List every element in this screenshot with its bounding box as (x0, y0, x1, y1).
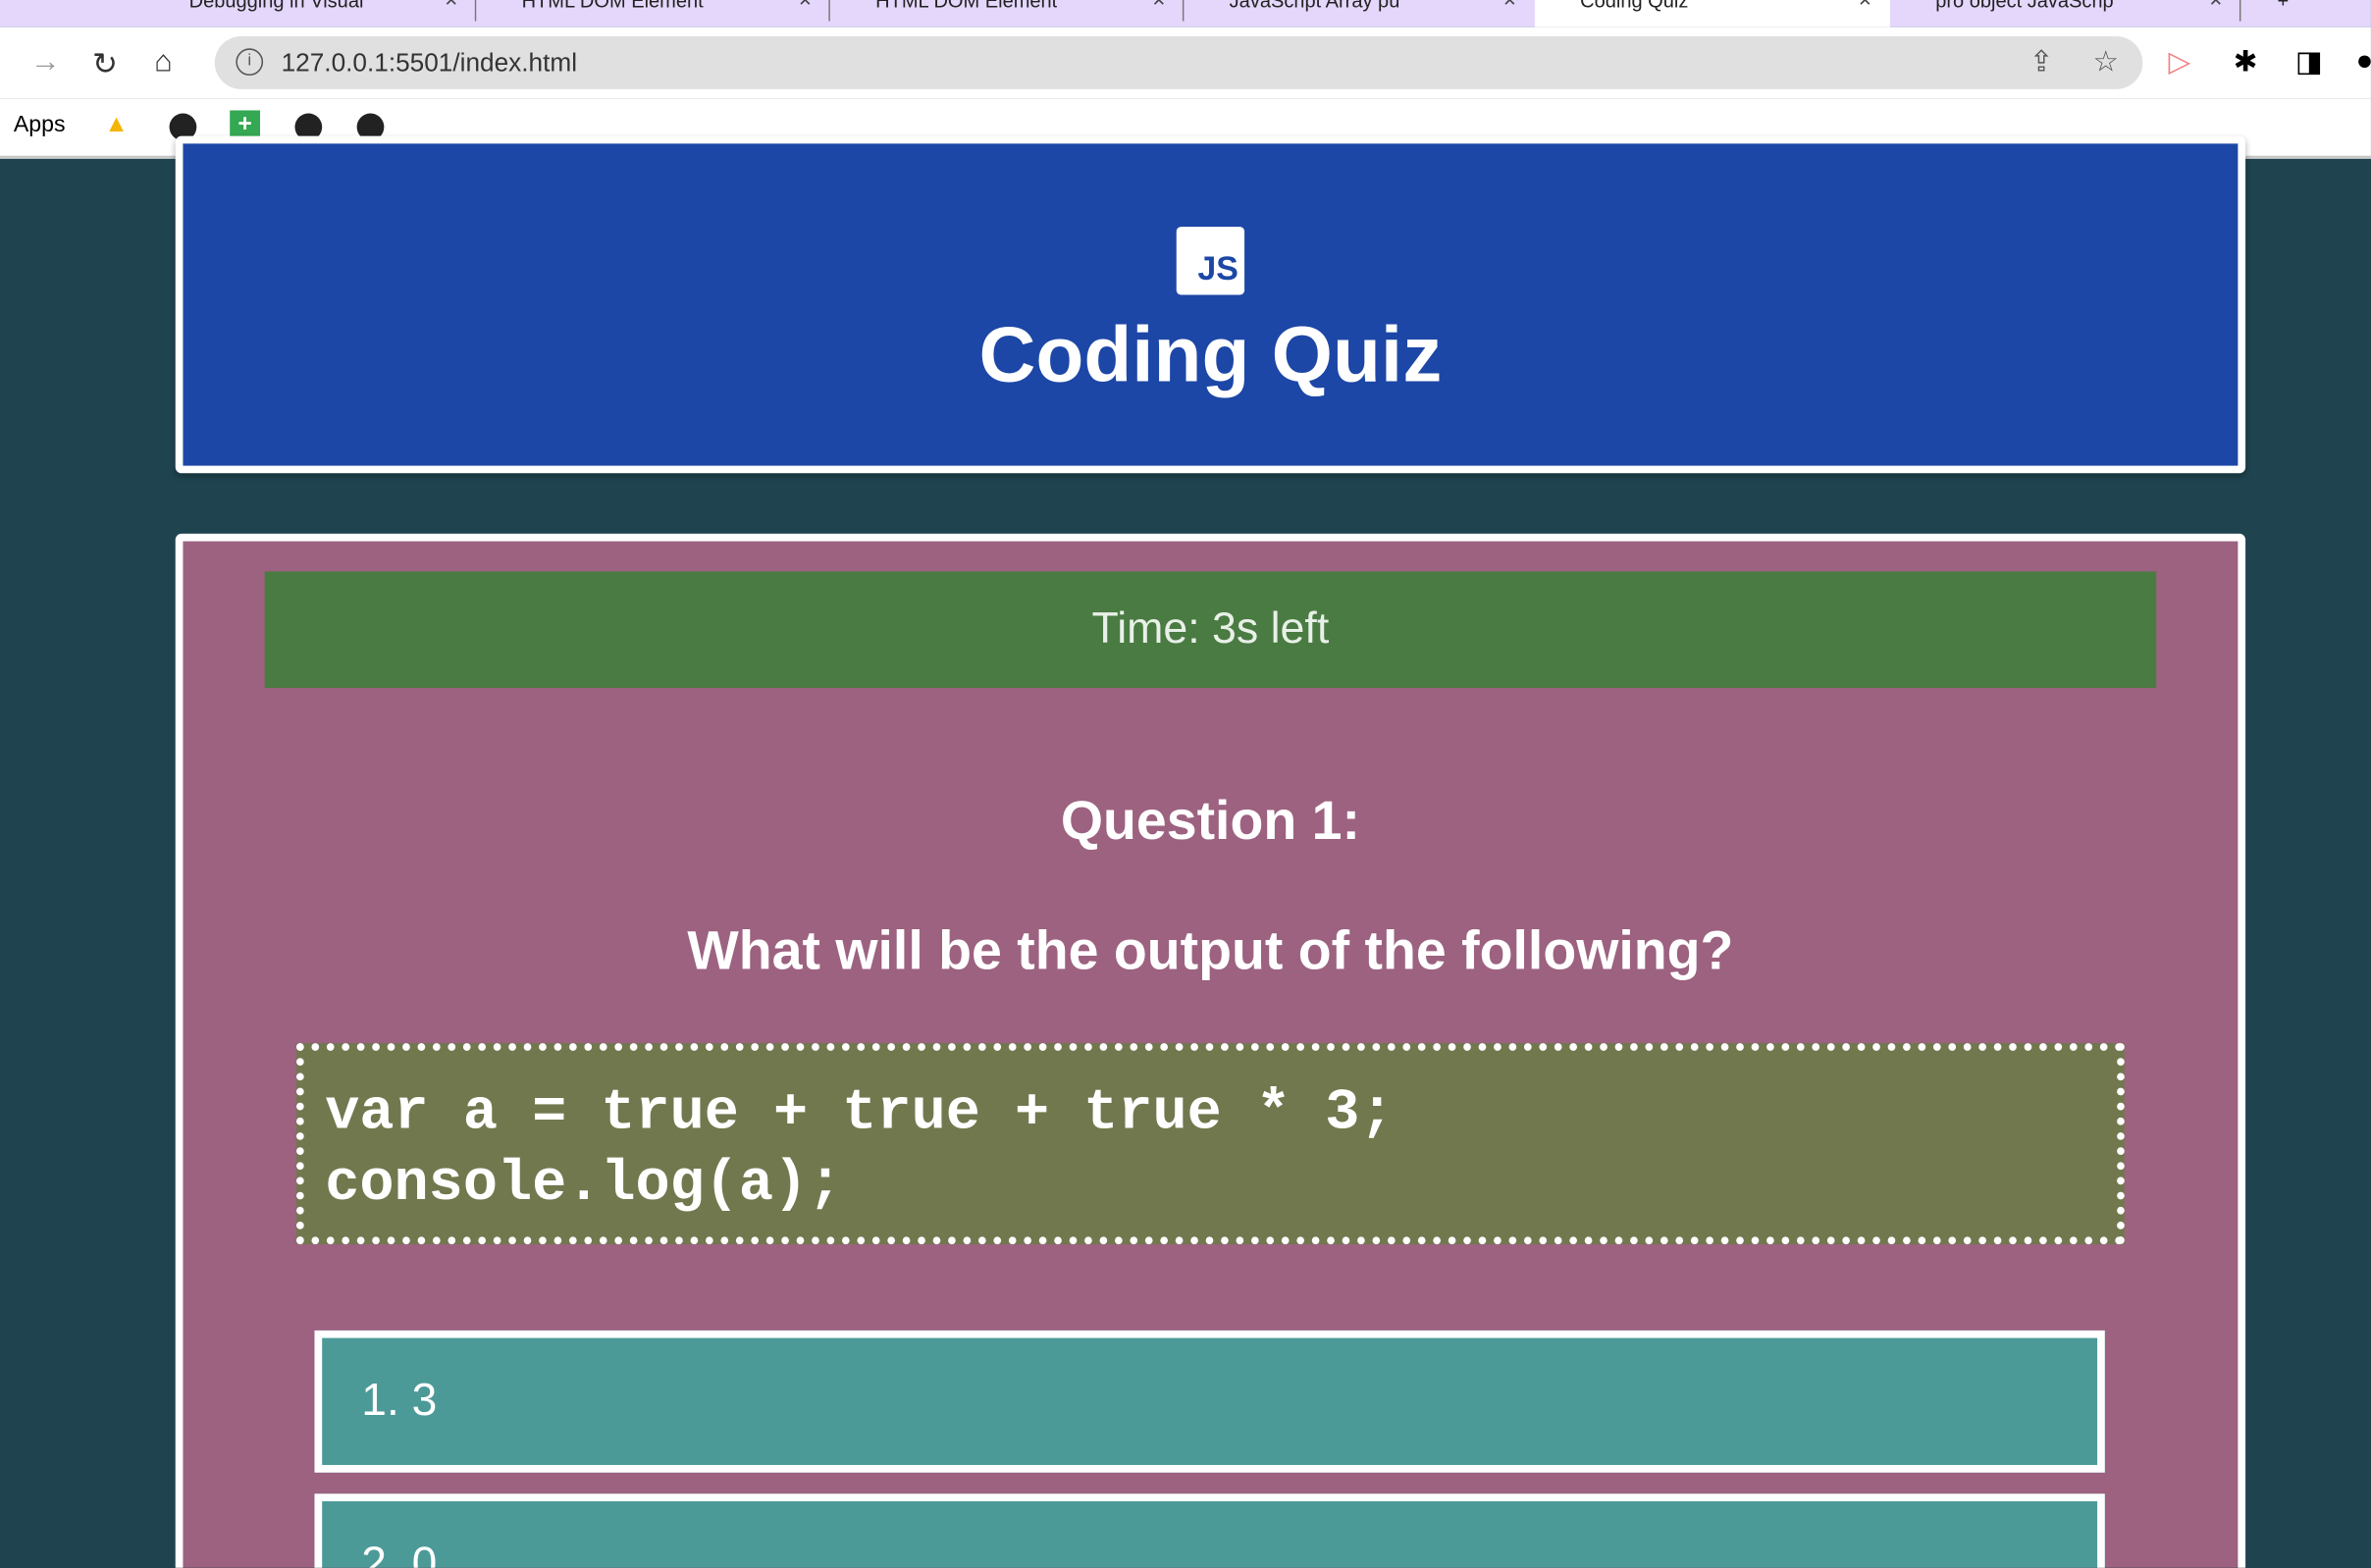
site-info-icon[interactable]: i (236, 48, 264, 77)
code-snippet: var a = true + true + true * 3; console.l… (295, 1043, 2125, 1245)
tab-strip: Debugging in Visual ✕ HTML DOM Element ✕ H… (0, 0, 2371, 27)
question-number: Question 1: (1060, 789, 1360, 852)
tab-title: Debugging in Visual (188, 0, 364, 13)
close-tab-icon[interactable]: ✕ (2209, 0, 2223, 12)
tab-active[interactable]: Coding Quiz ✕ (1534, 0, 1890, 27)
tab[interactable]: pro object JavaScrip ✕ (1890, 0, 2241, 25)
tab-title: JavaScript Array pu (1229, 0, 1400, 13)
answer-button[interactable]: 1. 3 (314, 1330, 2105, 1473)
close-tab-icon[interactable]: ✕ (1152, 0, 1166, 12)
tab-title: Coding Quiz (1580, 0, 1689, 13)
side-panel-icon[interactable]: ◨ (2295, 45, 2323, 79)
quiz-card: Time: 3s left Question 1: What will be t… (175, 533, 2246, 1568)
tab-title: HTML DOM Element (521, 0, 704, 13)
close-tab-icon[interactable]: ✕ (1858, 0, 1871, 12)
tab[interactable]: JavaScript Array pu ✕ (1184, 0, 1534, 25)
extensions-puzzle-icon[interactable]: ✱ (2234, 45, 2258, 79)
close-tab-icon[interactable]: ✕ (445, 0, 458, 12)
close-tab-icon[interactable]: ✕ (798, 0, 812, 12)
share-icon[interactable]: ⇪ (2029, 45, 2054, 79)
profile-avatar[interactable]: ● (2356, 45, 2371, 78)
url-text: 127.0.0.1:5501/index.html (281, 48, 578, 78)
page-title: Coding Quiz (978, 311, 1443, 399)
timer: Time: 3s left (264, 571, 2157, 689)
new-tab-button[interactable]: + (2268, 0, 2313, 25)
bookmark-star-icon[interactable]: ☆ (2092, 45, 2118, 79)
js-logo-icon: JS (1176, 227, 1245, 295)
question-text: What will be the output of the following… (687, 918, 1734, 981)
google-drive-icon[interactable]: ▲ (104, 112, 128, 139)
tab[interactable]: Debugging in Visual ✕ (143, 0, 477, 25)
browser-toolbar: → ↻ ⌂ i 127.0.0.1:5501/index.html ⇪ ☆ ▷ … (0, 26, 2371, 99)
address-bar[interactable]: i 127.0.0.1:5501/index.html ⇪ ☆ (214, 35, 2143, 89)
tab-title: HTML DOM Element (875, 0, 1058, 13)
tab[interactable]: HTML DOM Element ✕ (830, 0, 1185, 25)
close-tab-icon[interactable]: ✕ (1502, 0, 1516, 12)
apps-bookmark[interactable]: Apps (14, 112, 66, 137)
code-line: var a = true + true + true * 3; (325, 1080, 1395, 1146)
tab-title: pro object JavaScrip (1935, 0, 2114, 13)
tab[interactable]: HTML DOM Element ✕ (476, 0, 830, 25)
extension-icon[interactable]: ▷ (2169, 45, 2191, 79)
reload-icon[interactable]: ↻ (92, 45, 118, 83)
quiz-header: JS Coding Quiz (175, 135, 2246, 474)
forward-icon[interactable]: → (30, 45, 61, 79)
code-line: console.log(a); (325, 1152, 843, 1218)
home-icon[interactable]: ⌂ (154, 45, 173, 79)
answer-button[interactable]: 2. 0 (314, 1493, 2105, 1568)
